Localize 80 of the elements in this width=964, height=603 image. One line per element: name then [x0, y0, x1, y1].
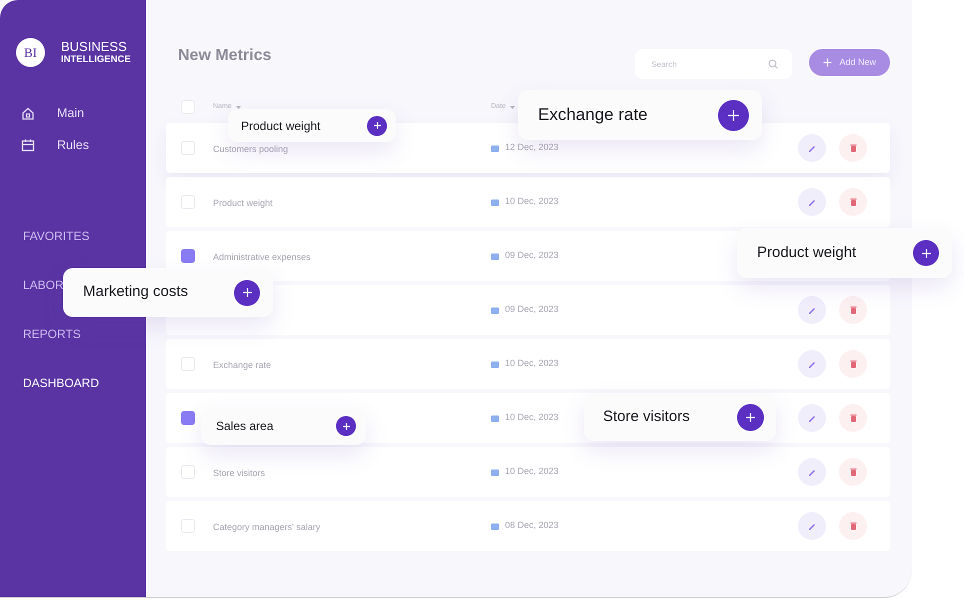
pencil-icon [807, 197, 817, 207]
sidebar-section[interactable]: FAVORITES [23, 226, 90, 244]
delete-button[interactable] [839, 350, 867, 378]
calendar-icon [491, 144, 499, 152]
pencil-icon [807, 467, 817, 477]
nav-label: Main [57, 104, 84, 122]
row-date: 09 Dec, 2023 [505, 249, 559, 262]
card-label: Product weight [241, 118, 320, 134]
delete-button[interactable] [839, 134, 867, 162]
add-new-button[interactable]: Add New [809, 49, 890, 76]
card-label: Sales area [216, 418, 274, 435]
add-button[interactable] [367, 116, 387, 136]
row-name: Product weight [213, 198, 273, 208]
trash-icon [848, 467, 858, 477]
sort-caret-icon [510, 106, 515, 108]
delete-button[interactable] [839, 458, 867, 486]
card-label: Exchange rate [538, 104, 648, 126]
brand-title: BUSINESS [61, 40, 128, 54]
calendar-icon [491, 360, 499, 368]
plus-icon [374, 122, 380, 129]
delete-button[interactable] [839, 512, 867, 540]
trash-icon [848, 197, 858, 207]
row-date: 10 Dec, 2023 [505, 411, 559, 424]
row-name: Category managers' salary [213, 522, 320, 532]
calendar-icon [491, 306, 499, 314]
plus-icon [922, 248, 930, 258]
calendar-icon [491, 414, 499, 422]
sidebar-section[interactable]: LABOR [23, 276, 64, 294]
trash-icon [848, 521, 858, 531]
calendar-icon [21, 138, 35, 152]
pencil-icon [807, 305, 817, 315]
brand-subtitle: INTELLIGENCE [61, 54, 131, 65]
trash-icon [848, 359, 858, 369]
row-name: Administrative expenses [213, 252, 311, 262]
delete-button[interactable] [839, 296, 867, 324]
calendar-icon [491, 468, 499, 476]
card-label: Marketing costs [83, 282, 188, 302]
row-checkbox[interactable] [181, 411, 195, 425]
add-button[interactable] [913, 240, 939, 266]
calendar-icon [491, 198, 499, 206]
page-title: New Metrics [178, 46, 272, 66]
card-label: Product weight [757, 242, 856, 263]
plus-icon [342, 422, 350, 430]
row-date: 10 Dec, 2023 [505, 357, 559, 370]
delete-button[interactable] [839, 404, 867, 432]
home-icon [21, 106, 35, 120]
calendar-icon [491, 252, 499, 260]
calendar-icon [491, 522, 499, 530]
row-date: 10 Dec, 2023 [505, 465, 559, 478]
card-label: Store visitors [603, 406, 690, 427]
row-date: 08 Dec, 2023 [505, 519, 559, 532]
row-name: Customers pooling [213, 144, 288, 154]
row-name: Exchange rate [213, 360, 272, 370]
add-button[interactable] [234, 280, 260, 306]
plus-icon [728, 110, 739, 120]
trash-icon [848, 305, 858, 315]
add-button[interactable] [737, 404, 764, 430]
pencil-icon [807, 143, 817, 153]
logo-icon: BI [16, 38, 45, 67]
row-name: Store visitors [213, 468, 266, 478]
row-checkbox[interactable] [181, 249, 195, 263]
trash-icon [848, 143, 858, 153]
pencil-icon [807, 521, 817, 531]
pencil-icon [807, 413, 817, 423]
pencil-icon [807, 359, 817, 369]
plus-icon [242, 288, 252, 297]
add-button[interactable] [718, 100, 749, 130]
row-date: 12 Dec, 2023 [505, 141, 559, 154]
trash-icon [848, 413, 858, 423]
add-button[interactable] [336, 416, 356, 436]
search-field[interactable]: Search [635, 49, 792, 79]
plus-icon [823, 58, 832, 67]
search-icon [768, 59, 778, 69]
row-date: 10 Dec, 2023 [505, 195, 559, 208]
plus-icon [746, 412, 755, 422]
sidebar-section[interactable]: DASHBOARD [23, 374, 100, 392]
delete-button[interactable] [839, 188, 867, 216]
nav-label: Rules [57, 136, 89, 154]
sidebar-section[interactable]: REPORTS [23, 324, 81, 342]
row-date: 09 Dec, 2023 [505, 303, 559, 316]
